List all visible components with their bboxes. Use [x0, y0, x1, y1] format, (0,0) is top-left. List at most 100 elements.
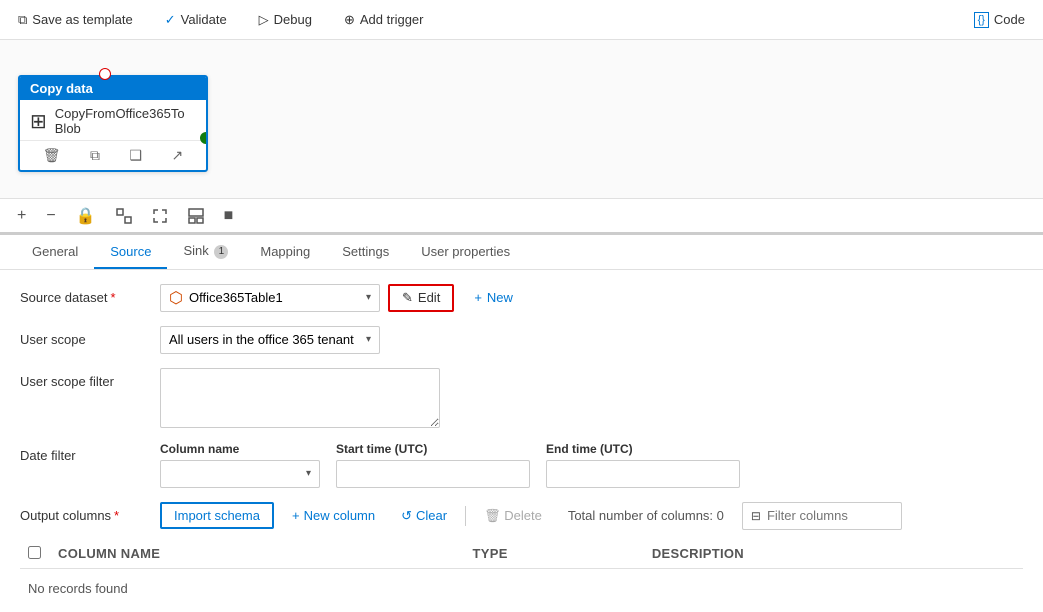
description-col-header: DESCRIPTION [644, 540, 1023, 569]
new-col-plus-icon: + [292, 508, 300, 523]
source-dataset-label: Source dataset * [20, 284, 150, 305]
user-scope-filter-controls [160, 368, 440, 428]
zoom-out-button[interactable]: − [41, 204, 60, 228]
date-filter-row: Date filter Column name ▾ Start time (UT… [20, 442, 1023, 488]
new-label: New [487, 290, 513, 305]
node-copy-button[interactable]: ⧉ [86, 145, 104, 166]
canvas-area: Copy data ⊞ CopyFromOffice365To Blob 🗑 ⧉… [0, 40, 1043, 235]
node-copy-icon: ⊞ [30, 109, 47, 134]
source-dataset-select[interactable]: ⬡ Office365Table1 ▾ [160, 284, 380, 312]
save-as-template-button[interactable]: ⧉ Save as template [12, 8, 139, 32]
node-body: ⊞ CopyFromOffice365To Blob [20, 100, 206, 140]
filter-columns-container[interactable]: ⊟ [742, 502, 902, 530]
user-scope-label: User scope [20, 326, 150, 347]
user-scope-controls: All users in the office 365 tenant ▾ [160, 326, 380, 354]
date-filter-label: Date filter [20, 442, 150, 463]
node-delete-button[interactable]: 🗑 [39, 145, 65, 166]
source-dataset-controls: ⬡ Office365Table1 ▾ ✎ Edit + New [160, 284, 525, 312]
user-scope-value: All users in the office 365 tenant [169, 332, 354, 347]
copy-data-node[interactable]: Copy data ⊞ CopyFromOffice365To Blob 🗑 ⧉… [18, 75, 208, 172]
tab-user-properties[interactable]: User properties [405, 236, 526, 269]
user-scope-filter-label: User scope filter [20, 368, 150, 389]
user-scope-row: User scope All users in the office 365 t… [20, 326, 1023, 354]
no-records-row: No records found [20, 568, 1023, 607]
total-columns-count: Total number of columns: 0 [568, 508, 724, 523]
clear-icon: ↺ [401, 508, 412, 524]
edit-button[interactable]: ✎ Edit [388, 284, 454, 312]
validate-icon: ✓ [165, 12, 176, 28]
tab-settings[interactable]: Settings [326, 236, 405, 269]
select-all-checkbox[interactable] [28, 546, 41, 559]
user-scope-filter-input[interactable] [160, 368, 440, 428]
end-time-header: End time (UTC) [546, 442, 740, 456]
column-name-header: Column name [160, 442, 320, 456]
node-navigate-button[interactable]: ↗ [167, 145, 187, 166]
checkbox-col-header [20, 540, 50, 569]
zoom-in-button[interactable]: + [12, 204, 31, 228]
node-connector [200, 132, 208, 144]
column-name-col-header: COLUMN NAME [50, 540, 465, 569]
user-scope-filter-row: User scope filter [20, 368, 1023, 428]
debug-label: Debug [274, 12, 312, 27]
clear-button[interactable]: ↺ Clear [393, 504, 455, 528]
delete-button: 🗑 Delete [476, 504, 550, 528]
select-arrow-icon: ▾ [366, 292, 371, 303]
start-time-header: Start time (UTC) [336, 442, 530, 456]
filter-columns-input[interactable] [767, 508, 887, 523]
debug-icon: ▷ [259, 12, 269, 28]
tabs-section: General Source Sink 1 Mapping Settings U… [0, 235, 1043, 270]
separator [465, 506, 466, 526]
node-header-label: Copy data [30, 81, 93, 96]
delete-label: Delete [504, 508, 542, 523]
validate-label: Validate [181, 12, 227, 27]
expand-icon [152, 208, 168, 224]
column-name-select[interactable]: ▾ [160, 460, 320, 488]
settings-button[interactable]: ■ [219, 204, 239, 228]
output-columns-label: Output columns * [20, 508, 150, 523]
column-name-arrow-icon: ▾ [306, 468, 311, 479]
filter-icon: ⊟ [751, 509, 761, 523]
node-top-circle [99, 68, 111, 80]
office365-icon: ⬡ [169, 288, 183, 308]
start-time-input[interactable] [336, 460, 530, 488]
columns-table: COLUMN NAME TYPE DESCRIPTION No records … [20, 540, 1023, 607]
clear-label: Clear [416, 508, 447, 523]
import-schema-label: Import schema [174, 508, 260, 523]
edit-pencil-icon: ✎ [402, 290, 413, 306]
add-trigger-button[interactable]: ⊕ Add trigger [338, 8, 430, 32]
tab-sink[interactable]: Sink 1 [167, 235, 244, 269]
new-button[interactable]: + New [462, 286, 525, 309]
layout-button[interactable] [183, 205, 209, 227]
tab-general[interactable]: General [16, 236, 94, 269]
tab-mapping[interactable]: Mapping [244, 236, 326, 269]
save-template-icon: ⧉ [18, 12, 27, 28]
fit-screen-icon [116, 208, 132, 224]
top-toolbar: ⧉ Save as template ✓ Validate ▷ Debug ⊕ … [0, 0, 1043, 40]
add-trigger-label: Add trigger [360, 12, 424, 27]
new-column-label: New column [304, 508, 376, 523]
tab-source[interactable]: Source [94, 236, 167, 269]
code-icon: {} [974, 12, 989, 28]
expand-button[interactable] [147, 205, 173, 227]
output-columns-row: Output columns * Import schema + New col… [20, 502, 1023, 530]
user-scope-select[interactable]: All users in the office 365 tenant ▾ [160, 326, 380, 354]
date-filter-cols: Column name ▾ Start time (UTC) End time … [160, 442, 740, 488]
node-title: CopyFromOffice365To Blob [55, 106, 185, 136]
import-schema-button[interactable]: Import schema [160, 502, 274, 529]
fit-screen-button[interactable] [111, 205, 137, 227]
column-name-col: Column name ▾ [160, 442, 320, 488]
end-time-col: End time (UTC) [546, 442, 740, 488]
new-column-button[interactable]: + New column [284, 504, 383, 527]
debug-button[interactable]: ▷ Debug [253, 8, 318, 32]
code-button[interactable]: {} Code [968, 8, 1031, 32]
form-area: Source dataset * ⬡ Office365Table1 ▾ ✎ E… [0, 270, 1043, 607]
add-trigger-icon: ⊕ [344, 12, 355, 28]
source-dataset-row: Source dataset * ⬡ Office365Table1 ▾ ✎ E… [20, 284, 1023, 312]
validate-button[interactable]: ✓ Validate [159, 8, 233, 32]
end-time-input[interactable] [546, 460, 740, 488]
node-actions: 🗑 ⧉ ❑ ↗ [20, 140, 206, 170]
edit-label: Edit [418, 290, 440, 305]
lock-button[interactable]: 🔒 [71, 203, 101, 229]
new-plus-icon: + [474, 290, 482, 305]
node-duplicate-button[interactable]: ❑ [125, 145, 146, 166]
